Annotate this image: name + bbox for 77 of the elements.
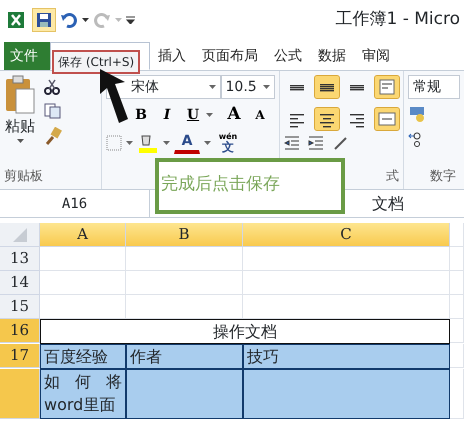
paste-button[interactable]: 粘贴 [5,115,35,138]
number-format-field[interactable]: 常规 [408,75,460,99]
callout-box: 完成后点击保存 [155,158,345,214]
row-header[interactable]: 14 [0,271,40,295]
table-cell [450,223,464,247]
window-title: 工作簿1 - Micro [335,8,460,32]
table-cell: 如 何 将 word里面 [40,369,126,419]
bold-button[interactable]: B [128,103,154,127]
dropdown-icon[interactable] [126,140,133,146]
italic-button[interactable]: I [154,103,180,127]
align-bottom-icon [348,84,366,90]
ribbon-tab[interactable]: 审阅 [354,42,398,70]
format-painter-icon[interactable] [44,127,62,145]
dropdown-icon[interactable] [263,84,270,90]
decrease-indent-icon[interactable] [284,135,300,151]
column-header[interactable]: A [40,223,126,247]
table-cell [450,271,464,295]
merge-cells-icon [378,110,396,128]
cut-icon[interactable] [44,79,60,95]
increase-indent-icon[interactable] [308,135,324,151]
ribbon-tab[interactable]: 数据 [310,42,354,70]
font-color-button[interactable]: A [174,132,200,154]
table-cell: 技巧 [243,344,450,369]
dropdown-icon[interactable] [204,140,211,146]
phonetic-char: 文 [222,141,234,153]
font-name: 宋体 [130,78,160,96]
column-header[interactable]: C [243,223,450,247]
name-box[interactable]: A16 [0,190,150,217]
table-cell [450,295,464,319]
copy-icon[interactable] [44,103,62,119]
phonetic-button[interactable]: wén 文 [215,131,241,155]
row-header[interactable]: 13 [0,247,40,271]
grow-font-button[interactable]: A [221,103,247,127]
undo-icon[interactable] [60,11,78,29]
tooltip: 保存 (Ctrl+S) [52,50,140,74]
column-header[interactable]: B [126,223,243,247]
align-top-icon [288,84,306,90]
row-header[interactable]: 16 [0,319,40,343]
font-name-field[interactable]: 宋体 [106,75,220,99]
table-cell [450,319,464,343]
group-label: 剪贴板 [4,168,44,186]
dropdown-icon[interactable] [163,140,170,146]
row-header[interactable]: 15 [0,295,40,319]
underline-button[interactable]: U [180,103,206,127]
arrow-drawing [99,68,129,124]
font-size-field[interactable]: 10.5 [220,75,275,99]
row-header[interactable]: 17 [0,344,40,368]
wrap-text-icon [378,78,396,96]
table-cell [450,344,464,368]
align-button[interactable] [314,107,340,131]
phonetic-text: wén [218,133,238,141]
borders-icon[interactable] [106,135,122,151]
dropdown-icon[interactable] [208,84,216,90]
table-cell [450,369,464,419]
dropdown-icon[interactable] [16,138,24,144]
table-cell [450,247,464,271]
merged-title-cell: 操作文档 [40,319,450,344]
merge-center-button[interactable] [374,107,400,131]
formula-content: 文档 [372,193,404,215]
ribbon-tab[interactable]: 公式 [266,42,310,70]
group-label: 式 [386,168,399,186]
table-cell: 百度经验 [40,344,126,369]
paste-icon[interactable] [4,75,36,115]
table-cell: 作者 [126,344,243,369]
shrink-font-button[interactable]: A [247,103,273,127]
save-icon[interactable] [32,8,56,32]
dropdown-icon[interactable] [206,112,213,118]
align-button[interactable] [314,75,340,99]
dropdown-icon[interactable] [82,17,89,23]
font-size: 10.5 [226,78,258,96]
fill-color-icon[interactable] [137,133,159,153]
wrap-text-button[interactable] [374,75,400,99]
ribbon-tab[interactable]: 插入 [150,42,194,70]
file-tab[interactable]: 文件 [4,42,50,70]
group-label: 数字 [430,168,457,186]
ribbon-tab[interactable]: 页面布局 [194,42,266,70]
customize-icon[interactable] [126,16,135,24]
